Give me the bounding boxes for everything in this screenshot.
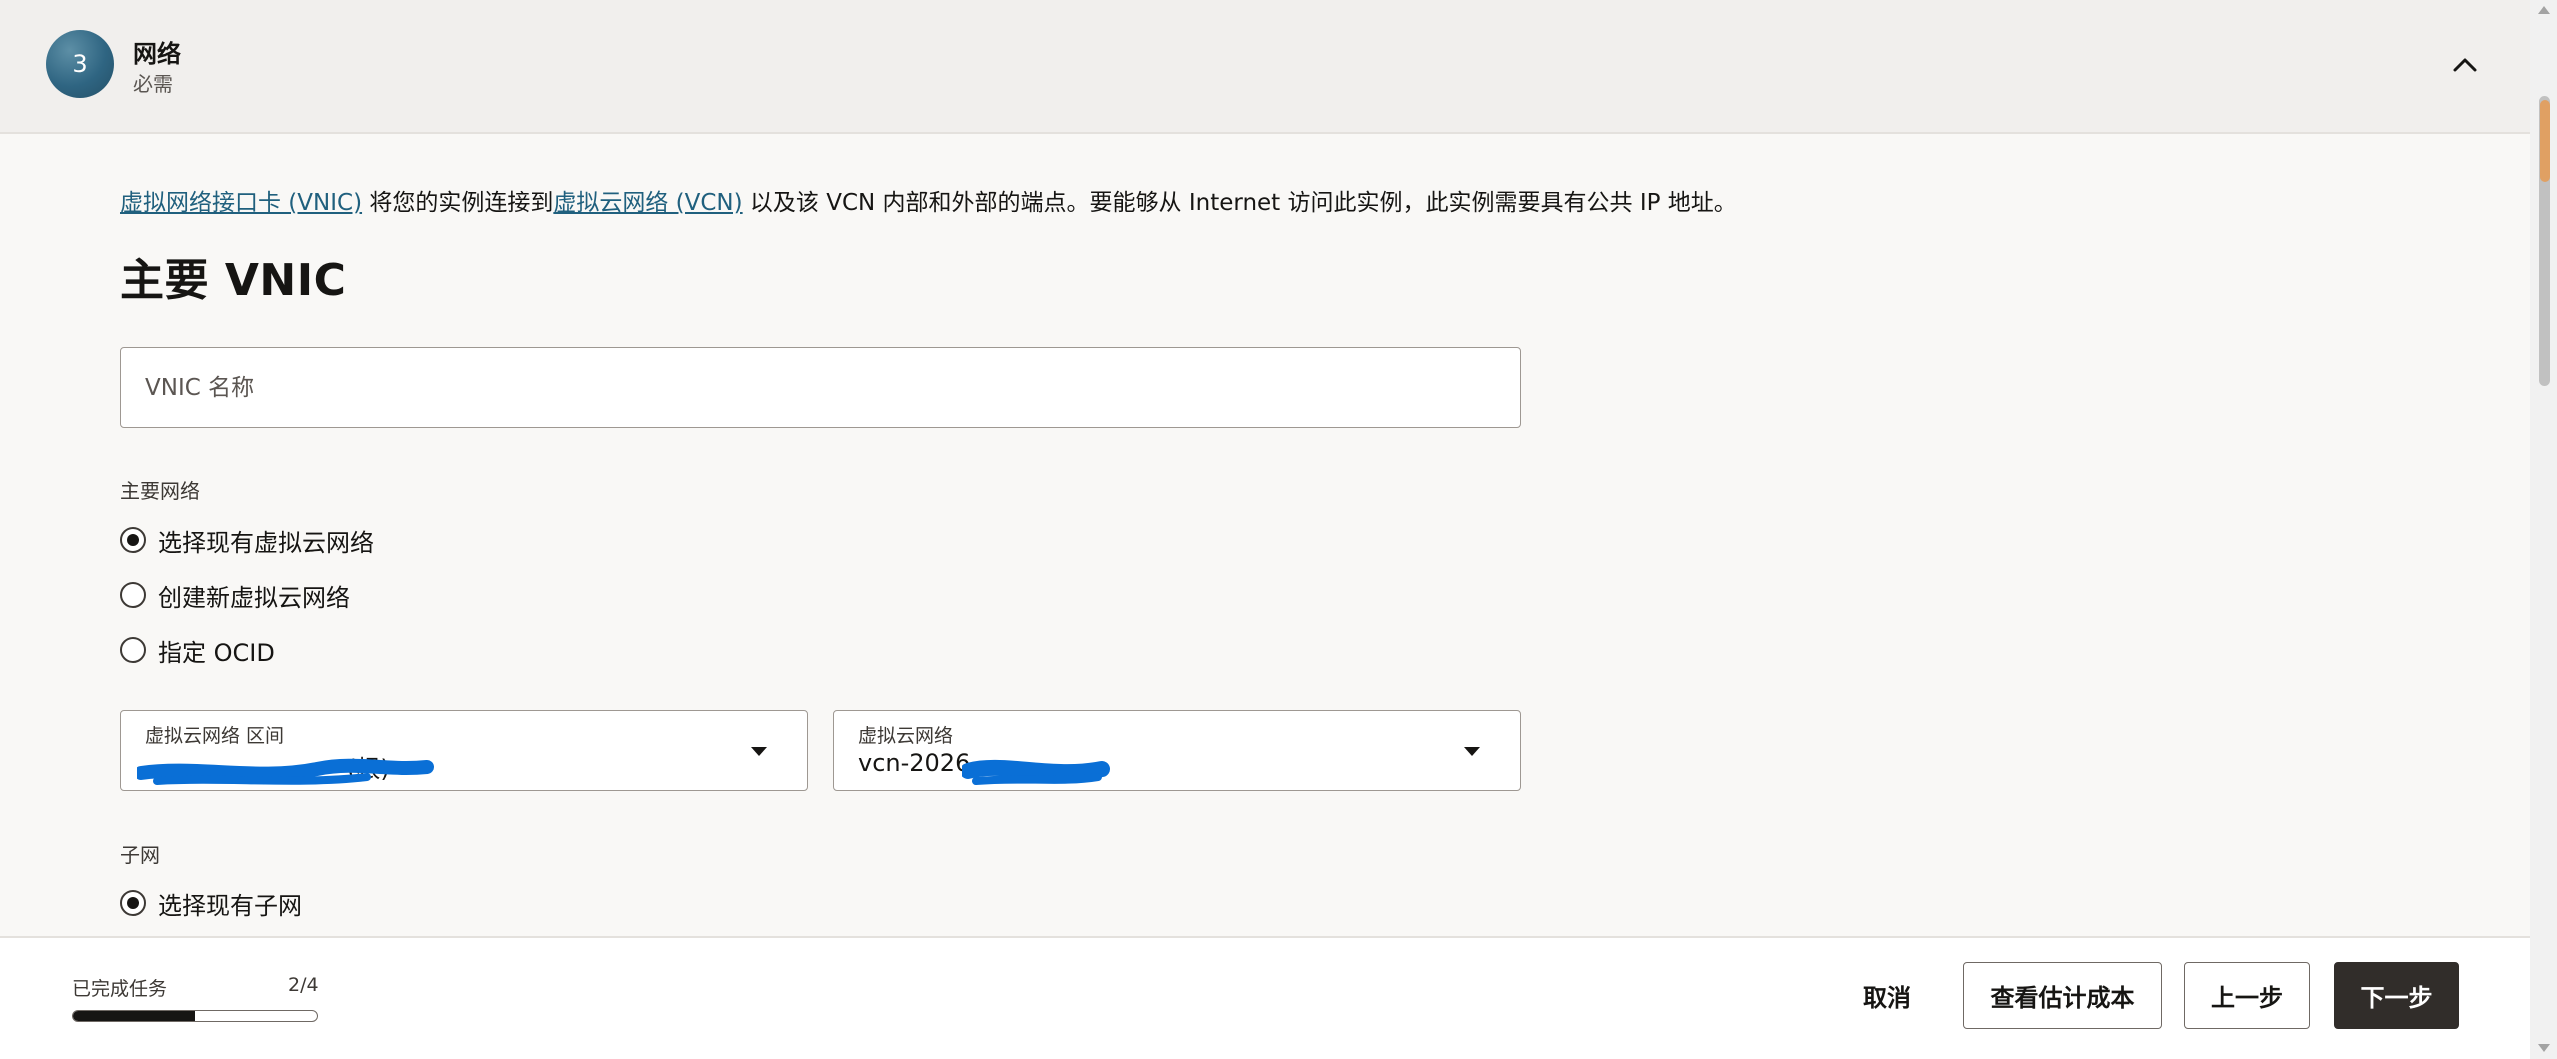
chevron-up-icon	[2453, 58, 2477, 72]
radio-specify-ocid[interactable]: 指定 OCID	[120, 633, 275, 667]
subnet-label: 子网	[120, 843, 160, 867]
progress-bar-fill	[73, 1011, 195, 1021]
view-estimated-cost-button[interactable]: 查看估计成本	[1963, 962, 2162, 1029]
radio-label: 指定 OCID	[158, 638, 275, 667]
select-label: 虚拟云网络 区间	[145, 725, 285, 747]
collapse-section-button[interactable]	[2440, 44, 2490, 84]
description-text-2: 以及该 VCN 内部和外部的端点。要能够从 Internet 访问此实例，此实例…	[742, 190, 1737, 216]
previous-button[interactable]: 上一步	[2184, 962, 2310, 1029]
description-text-1: 将您的实例连接到	[362, 190, 554, 216]
vcn-help-link[interactable]: 虚拟云网络 (VCN)	[553, 190, 742, 216]
radio-existing-vcn[interactable]: 选择现有虚拟云网络	[120, 523, 374, 557]
radio-label: 选择现有子网	[158, 891, 302, 920]
radio-button-selected[interactable]	[120, 890, 146, 916]
section-title: 网络	[133, 40, 181, 68]
primary-vnic-heading: 主要 VNIC	[120, 255, 347, 306]
scroll-up-arrow-icon[interactable]	[2538, 6, 2550, 14]
scroll-down-arrow-icon[interactable]	[2538, 1044, 2550, 1052]
progress-label: 已完成任务	[72, 978, 168, 1000]
section-required-label: 必需	[133, 72, 173, 96]
progress-bar	[72, 1010, 318, 1022]
vnic-name-field[interactable]	[120, 347, 1521, 428]
caret-down-icon	[751, 747, 767, 756]
step-number-badge: 3	[46, 30, 114, 98]
radio-existing-subnet[interactable]: 选择现有子网	[120, 886, 302, 920]
create-instance-page: 3 网络 必需 虚拟网络接口卡 (VNIC) 将您的实例连接到虚拟云网络 (VC…	[0, 0, 2557, 1059]
caret-down-icon	[1464, 747, 1480, 756]
vcn-compartment-select[interactable]: 虚拟云网络 区间 (根)	[120, 710, 808, 791]
select-value: vcn-2026	[858, 749, 971, 777]
progress-count: 2/4	[288, 974, 319, 996]
radio-label: 选择现有虚拟云网络	[158, 528, 374, 557]
redaction-scribble	[137, 758, 434, 785]
select-label: 虚拟云网络	[858, 725, 954, 747]
vnic-help-link[interactable]: 虚拟网络接口卡 (VNIC)	[120, 190, 362, 216]
cancel-button[interactable]: 取消	[1840, 962, 1934, 1029]
radio-button[interactable]	[120, 582, 146, 608]
networking-section-header[interactable]: 3 网络 必需	[0, 0, 2530, 134]
vcn-select[interactable]: 虚拟云网络 vcn-2026	[833, 710, 1521, 791]
networking-description: 虚拟网络接口卡 (VNIC) 将您的实例连接到虚拟云网络 (VCN) 以及该 V…	[120, 187, 2470, 219]
scrollbar-highlight	[2540, 100, 2550, 182]
primary-network-label: 主要网络	[120, 479, 200, 503]
radio-label: 创建新虚拟云网络	[158, 583, 350, 612]
vnic-name-input[interactable]	[121, 348, 1520, 427]
radio-button-selected[interactable]	[120, 527, 146, 553]
next-button[interactable]: 下一步	[2334, 962, 2459, 1029]
radio-button[interactable]	[120, 637, 146, 663]
vertical-scrollbar[interactable]	[2530, 0, 2557, 1059]
redaction-scribble	[962, 759, 1110, 785]
radio-create-vcn[interactable]: 创建新虚拟云网络	[120, 578, 350, 612]
